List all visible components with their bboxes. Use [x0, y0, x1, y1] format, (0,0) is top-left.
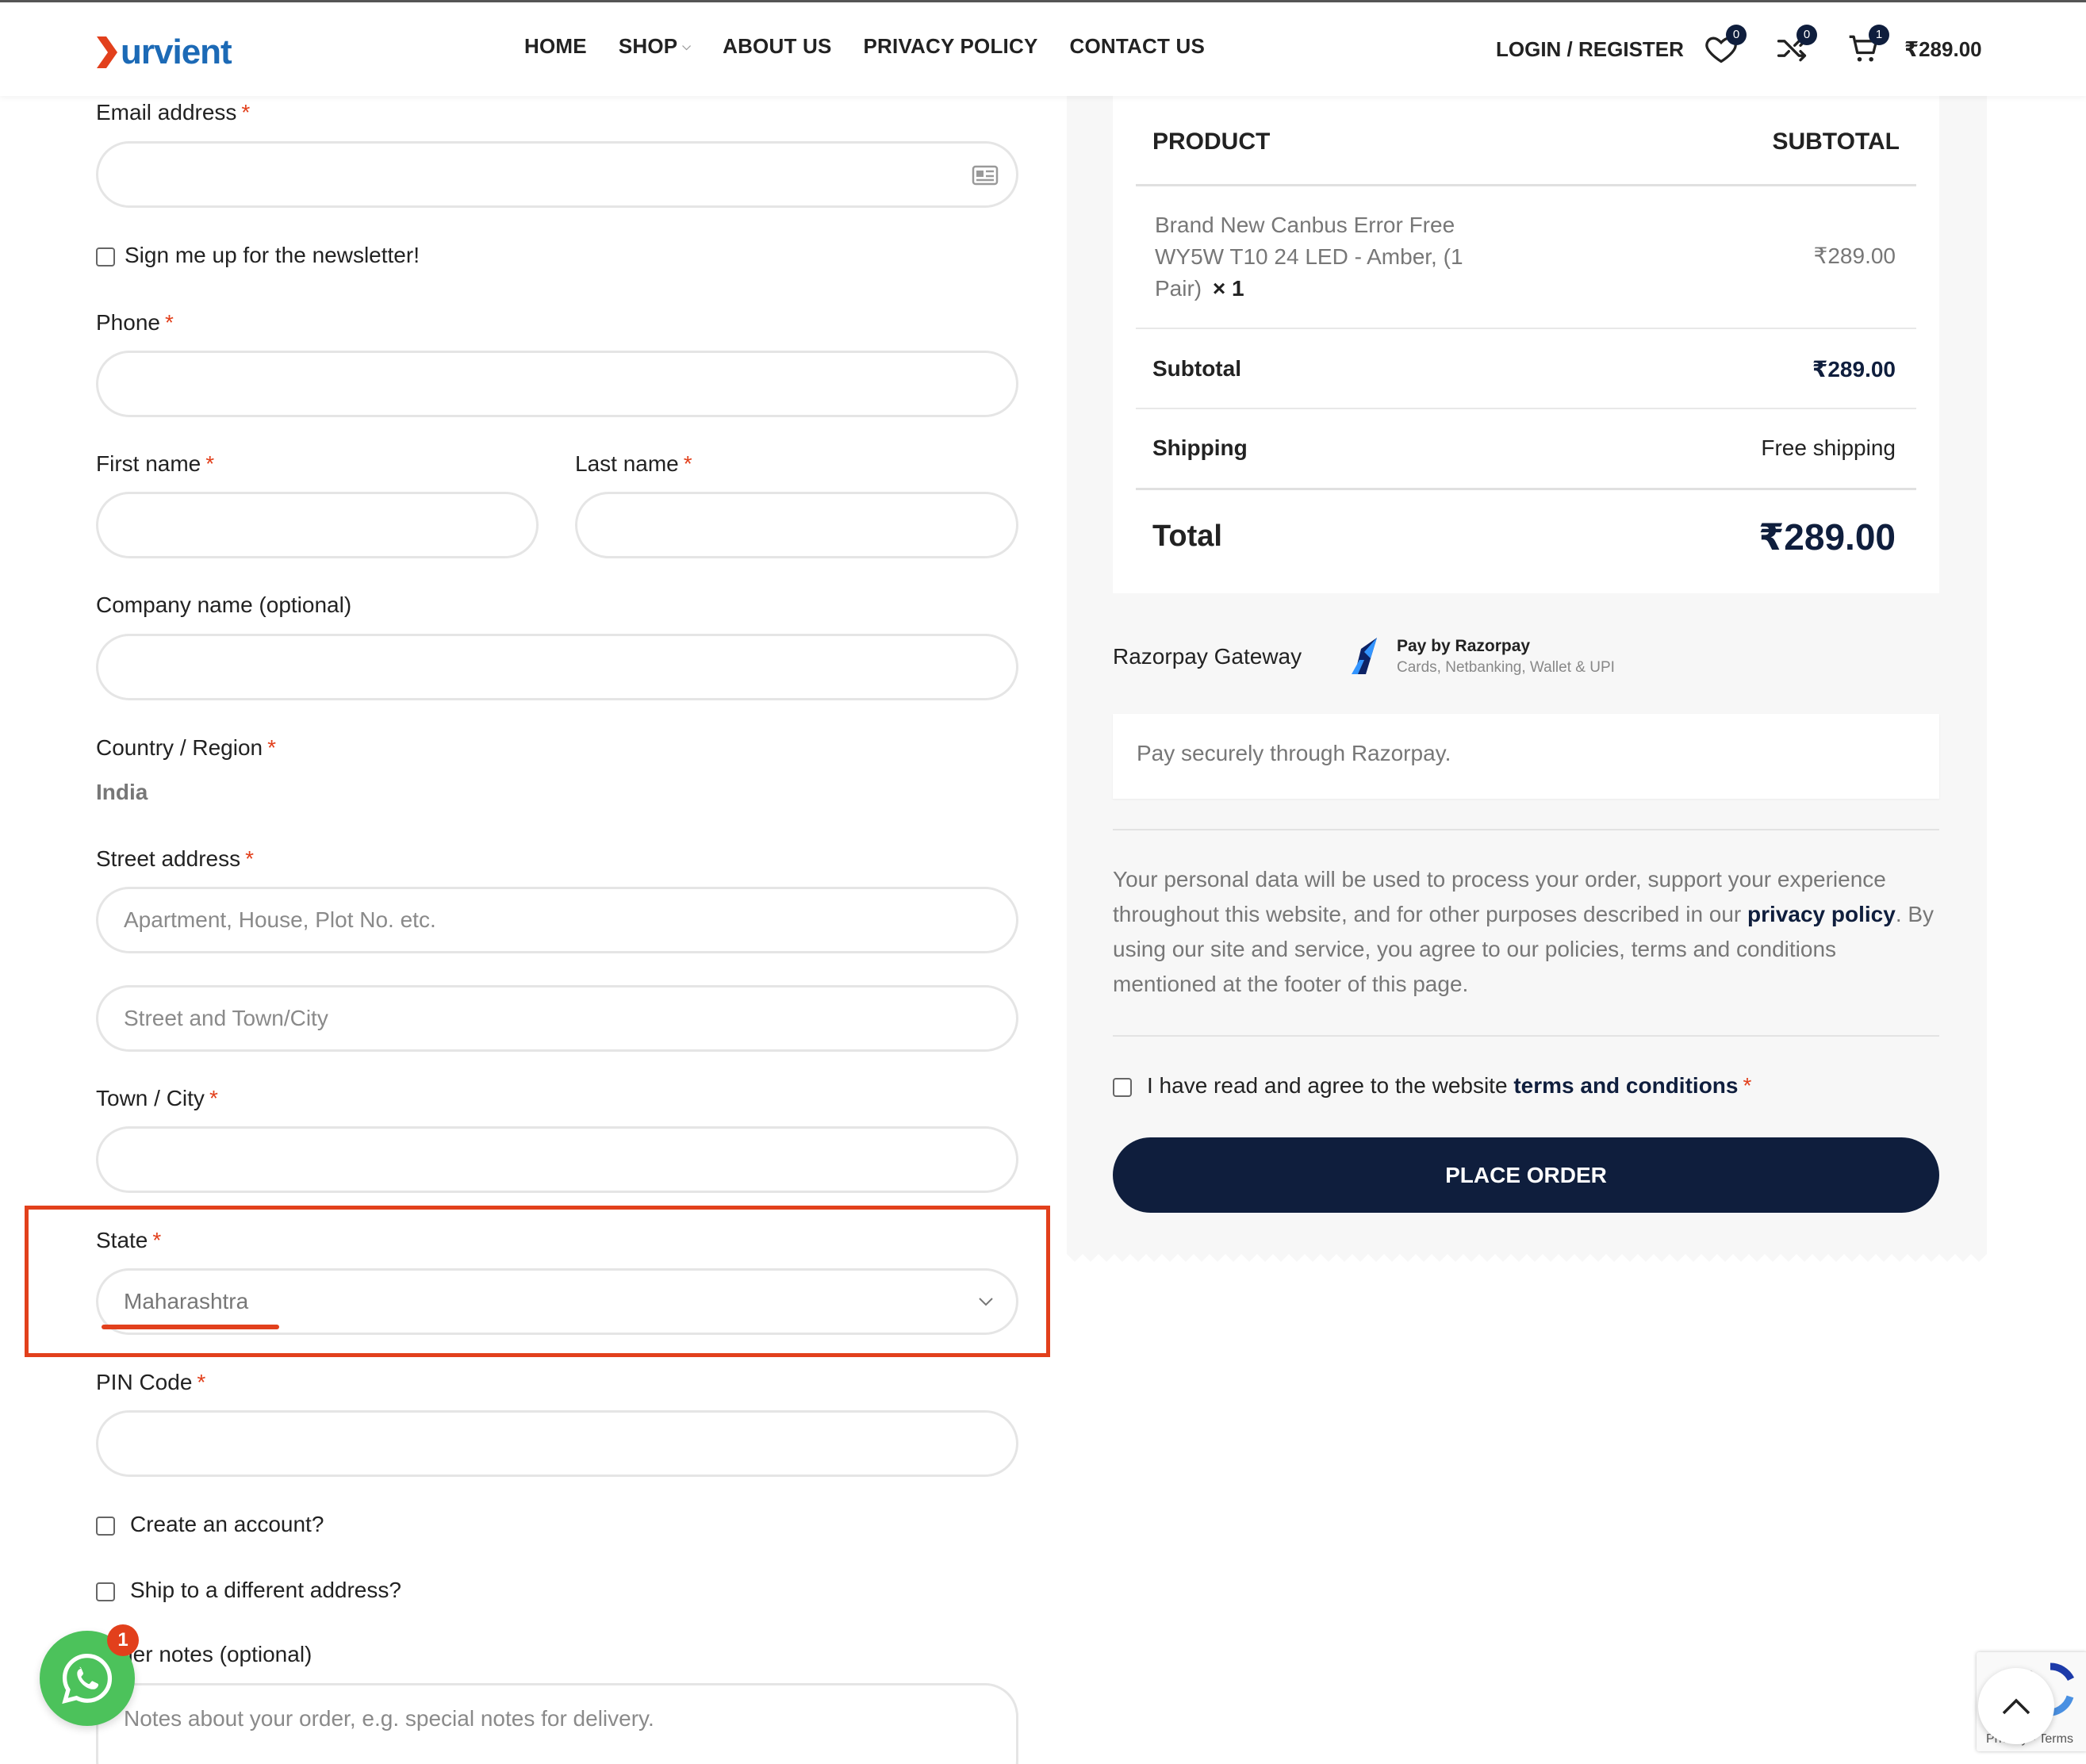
phone-label: Phone * [96, 310, 174, 335]
compare-count-badge: 0 [1796, 25, 1817, 45]
payment-description: Pay securely through Razorpay. [1137, 741, 1451, 765]
total-value: ₹289.00 [1758, 516, 1896, 558]
first-name-field[interactable] [96, 492, 539, 558]
chevron-down-icon: ⌵ [682, 40, 692, 52]
country-value: India [96, 780, 148, 804]
terms-checkbox[interactable] [1113, 1078, 1132, 1097]
city-field[interactable] [96, 1126, 1018, 1193]
ship-different-label: Ship to a different address? [130, 1578, 401, 1602]
street-address-line2-field[interactable]: Street and Town/City [96, 985, 1018, 1052]
scroll-to-top-button[interactable] [1978, 1668, 2054, 1744]
section-divider [1113, 829, 1939, 830]
newsletter-label: Sign me up for the newsletter! [125, 243, 420, 267]
compare-button[interactable]: 0 [1774, 25, 1817, 69]
nav-contact-us[interactable]: CONTACT US [1070, 34, 1206, 59]
product-name: Brand New Canbus Error Free WY5W T10 24 … [1155, 213, 1463, 301]
privacy-policy-link[interactable]: privacy policy [1747, 902, 1896, 926]
main-nav: HOME SHOP ⌵ ABOUT US PRIVACY POLICY CONTA… [524, 34, 1237, 59]
product-price: ₹289.00 [1813, 244, 1896, 268]
wishlist-button[interactable]: 0 [1704, 25, 1747, 69]
place-order-button[interactable]: PLACE ORDER [1113, 1137, 1939, 1213]
street-address-line1-field[interactable]: Apartment, House, Plot No. etc. [96, 887, 1018, 953]
phone-field[interactable] [96, 351, 1018, 417]
newsletter-checkbox[interactable] [96, 247, 115, 267]
cart-count-badge: 1 [1869, 25, 1889, 45]
shipping-value: Free shipping [1761, 435, 1896, 460]
nav-home[interactable]: HOME [524, 34, 587, 59]
company-label: Company name (optional) [96, 592, 352, 617]
cart-total[interactable]: ₹289.00 [1904, 37, 1982, 62]
terms-and-conditions-link[interactable]: terms and conditions [1513, 1073, 1738, 1098]
product-qty: × 1 [1212, 276, 1244, 301]
last-name-label: Last name * [575, 451, 692, 476]
total-label: Total [1152, 520, 1222, 553]
street-address-label: Street address * [96, 846, 255, 871]
logo-text: urvient [121, 33, 232, 71]
subtotal-value: ₹289.00 [1812, 357, 1896, 382]
table-divider [1136, 328, 1916, 329]
pin-code-label: PIN Code * [96, 1370, 206, 1394]
terms-label: I have read and agree to the website ter… [1147, 1073, 1752, 1098]
subtotal-label: Subtotal [1152, 356, 1241, 381]
section-divider [1113, 1035, 1939, 1037]
razorpay-subtitle: Cards, Netbanking, Wallet & UPI [1397, 659, 1615, 676]
city-label: Town / City * [96, 1086, 218, 1110]
cart-button[interactable]: 1 [1846, 25, 1889, 69]
first-name-label: First name * [96, 451, 215, 476]
shipping-label: Shipping [1152, 435, 1248, 460]
whatsapp-notification-badge: 1 [107, 1624, 139, 1656]
subtotal-column-header: SUBTOTAL [1772, 128, 1900, 155]
pin-code-field[interactable] [96, 1410, 1018, 1477]
zigzag-edge [1067, 1252, 1987, 1262]
chevron-up-icon [2002, 1698, 2030, 1715]
payment-description-box: Pay securely through Razorpay. [1113, 714, 1939, 799]
razorpay-gateway-label[interactable]: Razorpay Gateway [1113, 644, 1302, 669]
street1-placeholder: Apartment, House, Plot No. etc. [124, 907, 436, 932]
site-logo[interactable]: urvient [95, 28, 232, 77]
ship-different-checkbox[interactable] [96, 1582, 115, 1601]
state-highlight-box [25, 1206, 1050, 1357]
street2-placeholder: Street and Town/City [124, 1006, 328, 1030]
nav-shop-label: SHOP [618, 34, 678, 58]
table-divider [1136, 488, 1916, 490]
whatsapp-icon [62, 1653, 113, 1705]
logo-chevron-icon [97, 36, 117, 68]
nav-home-label: HOME [524, 34, 587, 58]
email-label: Email address * [96, 100, 251, 125]
nav-privacy-policy[interactable]: PRIVACY POLICY [864, 34, 1038, 59]
nav-shop[interactable]: SHOP ⌵ [619, 34, 691, 59]
wishlist-count-badge: 0 [1726, 25, 1747, 45]
nav-privacy-label: PRIVACY POLICY [863, 34, 1038, 58]
nav-about-label: ABOUT US [723, 34, 832, 58]
last-name-field[interactable] [575, 492, 1018, 558]
nav-contact-label: CONTACT US [1069, 34, 1206, 58]
create-account-checkbox[interactable] [96, 1517, 115, 1536]
country-label: Country / Region * [96, 735, 277, 760]
nav-about-us[interactable]: ABOUT US [723, 34, 831, 59]
razorpay-logo-icon [1352, 638, 1377, 674]
create-account-label: Create an account? [130, 1512, 324, 1536]
order-notes-placeholder: Notes about your order, e.g. special not… [124, 1706, 654, 1731]
contact-card-icon [972, 165, 999, 186]
order-notes-textarea[interactable]: Notes about your order, e.g. special not… [96, 1683, 1018, 1764]
table-divider [1136, 184, 1916, 186]
privacy-notice: Your personal data will be used to proce… [1113, 867, 1935, 996]
table-divider [1136, 408, 1916, 409]
product-column-header: PRODUCT [1152, 128, 1271, 155]
state-underline-mark [102, 1325, 279, 1329]
login-register-link[interactable]: LOGIN / REGISTER [1496, 37, 1684, 62]
site-header: urvient HOME SHOP ⌵ ABOUT US PRIVACY POLI… [0, 0, 2086, 96]
razorpay-title: Pay by Razorpay [1397, 637, 1531, 655]
company-field[interactable] [96, 634, 1018, 700]
email-field[interactable] [96, 141, 1018, 208]
